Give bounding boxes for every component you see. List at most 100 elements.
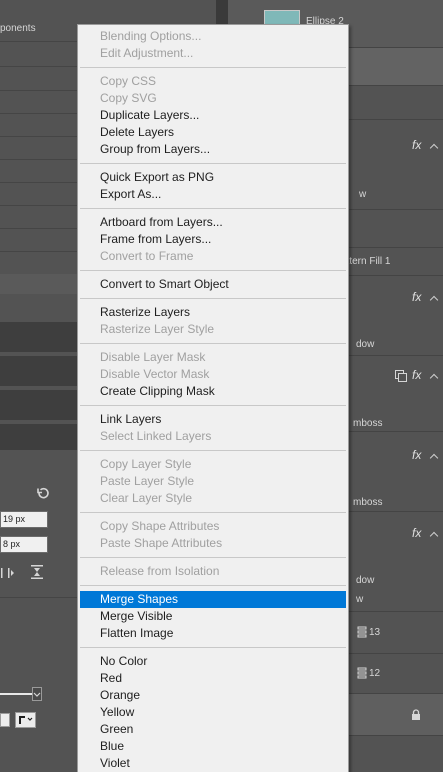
menu-separator xyxy=(80,270,346,271)
menu-separator xyxy=(80,647,346,648)
divider xyxy=(0,228,78,229)
chevron-up-icon[interactable] xyxy=(429,143,439,153)
divider xyxy=(0,251,78,252)
fx-icon[interactable]: fx xyxy=(412,368,421,382)
divider xyxy=(0,182,78,183)
menu-separator xyxy=(80,585,346,586)
panel-row-label: ponents xyxy=(0,23,36,34)
menu-separator xyxy=(80,512,346,513)
menu-item-convert-to-smart-object[interactable]: Convert to Smart Object xyxy=(80,276,346,293)
menu-item-link-layers[interactable]: Link Layers xyxy=(80,411,346,428)
menu-item-blending-options: Blending Options... xyxy=(100,29,202,43)
panel-row: ponents xyxy=(0,16,78,42)
effect-label: dow xyxy=(356,339,375,350)
menu-item-export-as[interactable]: Export As... xyxy=(80,186,346,203)
menu-item-rasterize-layers[interactable]: Rasterize Layers xyxy=(80,304,346,321)
chevron-up-icon[interactable] xyxy=(429,531,439,541)
align-dropdown[interactable] xyxy=(0,713,10,727)
panel-section xyxy=(0,424,78,450)
menu-item-artboard-from-layers[interactable]: Artboard from Layers... xyxy=(80,214,346,231)
menu-separator xyxy=(80,405,346,406)
fx-icon[interactable]: fx xyxy=(412,526,421,540)
menu-item-orange[interactable]: Orange xyxy=(80,687,346,704)
width-field[interactable]: 19 px xyxy=(0,511,48,528)
panel-section xyxy=(0,322,78,352)
divider xyxy=(0,90,78,91)
menu-item-violet[interactable]: Violet xyxy=(80,755,346,772)
width-field-value: 19 px xyxy=(3,514,26,524)
menu-item-copy-shape-attributes: Copy Shape Attributes xyxy=(100,519,220,533)
layer-context-menu: Blending Options... Edit Adjustment... Cop… xyxy=(77,24,349,772)
menu-separator xyxy=(80,163,346,164)
layer-count-icon xyxy=(357,667,367,682)
menu-item-clear-layer-style: Clear Layer Style xyxy=(100,491,193,505)
stroke-line-preview xyxy=(0,693,36,695)
menu-item-no-color[interactable]: No Color xyxy=(80,653,346,670)
divider xyxy=(0,159,78,160)
menu-item-yellow[interactable]: Yellow xyxy=(80,704,346,721)
menu-item-copy-svg: Copy SVG xyxy=(100,91,157,105)
height-field-value: 8 px xyxy=(3,539,21,549)
fx-icon[interactable]: fx xyxy=(412,448,421,462)
menu-item-disable-vector-mask: Disable Vector Mask xyxy=(100,367,210,381)
divider xyxy=(0,113,78,114)
menu-separator xyxy=(80,343,346,344)
panel-section xyxy=(0,390,78,420)
divider xyxy=(0,205,78,206)
menu-item-frame-from-layers[interactable]: Frame from Layers... xyxy=(80,231,346,248)
layer-count: 12 xyxy=(369,668,381,679)
effect-label: mboss xyxy=(353,418,383,429)
align-vertical-center-icon[interactable] xyxy=(30,564,44,583)
effect-label: dow xyxy=(356,575,375,586)
menu-separator xyxy=(80,67,346,68)
menu-item-merge-shapes[interactable]: Merge Shapes xyxy=(80,591,346,608)
menu-item-merge-visible[interactable]: Merge Visible xyxy=(80,608,346,625)
menu-separator xyxy=(80,450,346,451)
menu-item-delete-layers[interactable]: Delete Layers xyxy=(80,124,346,141)
menu-item-edit-adjustment: Edit Adjustment... xyxy=(100,46,194,60)
panel-section xyxy=(0,356,78,386)
fx-icon[interactable]: fx xyxy=(412,290,421,304)
menu-separator xyxy=(80,557,346,558)
menu-item-release-from-isolation: Release from Isolation xyxy=(100,564,220,578)
divider xyxy=(0,136,78,137)
layer-count-icon xyxy=(357,626,367,641)
chevron-up-icon[interactable] xyxy=(429,453,439,463)
reset-icon[interactable] xyxy=(36,487,50,504)
height-field[interactable]: 8 px xyxy=(0,536,48,553)
stroke-type-dropdown[interactable] xyxy=(32,687,42,701)
distribute-horizontal-icon[interactable] xyxy=(0,566,18,583)
menu-item-create-clipping-mask[interactable]: Create Clipping Mask xyxy=(80,383,346,400)
menu-item-quick-export-as-png[interactable]: Quick Export as PNG xyxy=(80,169,346,186)
menu-item-paste-layer-style: Paste Layer Style xyxy=(100,474,195,488)
menu-item-group-from-layers[interactable]: Group from Layers... xyxy=(80,141,346,158)
fx-icon[interactable]: fx xyxy=(412,138,421,152)
divider xyxy=(0,597,78,598)
menu-item-select-linked-layers: Select Linked Layers xyxy=(100,429,212,443)
smart-object-icon xyxy=(395,370,407,385)
menu-item-green[interactable]: Green xyxy=(80,721,346,738)
menu-item-flatten-image[interactable]: Flatten Image xyxy=(80,625,346,642)
effect-label: w xyxy=(359,189,367,200)
layer-count: 13 xyxy=(369,627,381,638)
menu-item-copy-css: Copy CSS xyxy=(100,74,157,88)
menu-item-rasterize-layer-style: Rasterize Layer Style xyxy=(100,322,215,336)
properties-panel: ponents 19 px 8 px xyxy=(0,0,78,772)
effect-label: mboss xyxy=(353,497,383,508)
divider xyxy=(0,66,78,67)
chevron-up-icon[interactable] xyxy=(429,373,439,383)
corner-dropdown[interactable] xyxy=(15,712,36,728)
menu-item-blue[interactable]: Blue xyxy=(80,738,346,755)
menu-item-red[interactable]: Red xyxy=(80,670,346,687)
menu-separator xyxy=(80,208,346,209)
chevron-up-icon[interactable] xyxy=(429,295,439,305)
menu-separator xyxy=(80,298,346,299)
lock-icon xyxy=(411,709,421,724)
menu-item-disable-layer-mask: Disable Layer Mask xyxy=(100,350,206,364)
effect-label: w xyxy=(356,594,364,605)
panel-header xyxy=(0,274,78,294)
menu-item-paste-shape-attributes: Paste Shape Attributes xyxy=(100,536,223,550)
menu-item-duplicate-layers[interactable]: Duplicate Layers... xyxy=(80,107,346,124)
menu-item-convert-to-frame: Convert to Frame xyxy=(100,249,194,263)
menu-item-copy-layer-style: Copy Layer Style xyxy=(100,457,192,471)
